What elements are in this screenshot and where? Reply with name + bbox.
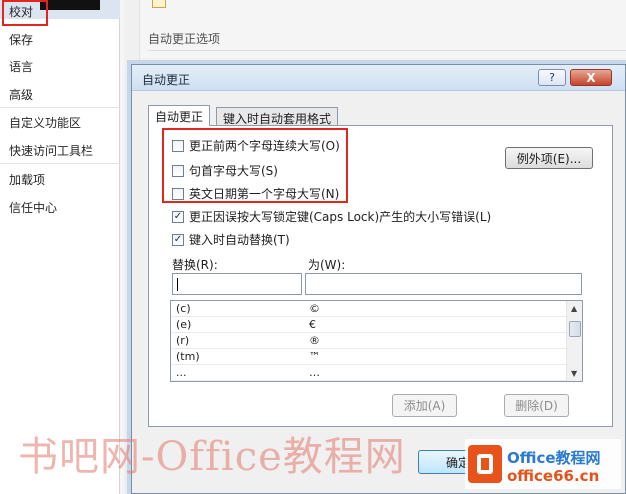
nav-item-language[interactable]: 语言 <box>9 58 33 75</box>
checkbox-label: 键入时自动替换(T) <box>189 233 290 247</box>
checkbox-capitalize-sentences[interactable]: 句首字母大写(S) <box>172 162 278 179</box>
office-logo-icon <box>468 445 502 483</box>
section-divider <box>148 50 626 51</box>
list-with: © <box>309 302 320 315</box>
list-with: … <box>309 366 320 379</box>
list-item[interactable]: (e) € <box>171 317 566 333</box>
list-item[interactable]: ... … <box>171 365 566 381</box>
nav-item-customize-ribbon[interactable]: 自定义功能区 <box>9 114 81 131</box>
check-icon[interactable]: ✓ <box>172 210 184 223</box>
list-with: € <box>309 318 316 331</box>
with-input[interactable] <box>305 273 582 295</box>
checkbox-box[interactable] <box>172 164 184 177</box>
checkbox-label: 更正因误按大写锁定键(Caps Lock)产生的大小写错误(L) <box>189 210 492 224</box>
replace-input[interactable] <box>172 273 302 295</box>
options-left-nav: 校对 保存 语言 高级 自定义功能区 快速访问工具栏 加载项 信任中心 <box>0 0 120 494</box>
checkbox-box[interactable] <box>172 139 184 152</box>
nav-highlight-box <box>2 0 48 26</box>
checkbox-label: 句首字母大写(S) <box>189 164 278 178</box>
replacement-list[interactable]: (c) © (e) € (r) ® (tm) ™ ... … ▲ ▼ <box>170 300 583 382</box>
logo-text-line2: office66.cn <box>507 467 600 485</box>
replace-label: 替换(R): <box>172 258 218 272</box>
list-with: ® <box>309 334 320 347</box>
list-replace: (r) <box>176 334 190 347</box>
text-caret <box>177 278 178 291</box>
nav-item-addins[interactable]: 加载项 <box>9 171 45 188</box>
list-replace: (e) <box>176 318 192 331</box>
help-icon: ? <box>549 71 555 84</box>
nav-item-trust-center[interactable]: 信任中心 <box>9 199 57 216</box>
watermark-text: 书吧网-Office教程网 <box>18 434 406 480</box>
checkbox-replace-as-you-type[interactable]: ✓ 键入时自动替换(T) <box>172 231 290 248</box>
list-replace: (c) <box>176 302 191 315</box>
list-replace: ... <box>176 366 187 379</box>
site-logo: Office教程网 office66.cn <box>465 439 621 489</box>
checkbox-box[interactable] <box>172 187 184 200</box>
nav-item-quick-access-toolbar[interactable]: 快速访问工具栏 <box>9 142 93 159</box>
checkbox-capitalize-days[interactable]: 英文日期第一个字母大写(N) <box>172 185 339 202</box>
nav-separator <box>0 163 120 164</box>
exceptions-button[interactable]: 例外项(E)... <box>505 147 593 169</box>
list-with: ™ <box>309 350 320 363</box>
dialog-titlebar[interactable]: 自动更正 ? X <box>132 65 625 91</box>
autocorrect-options-icon <box>152 0 166 8</box>
scroll-up-icon[interactable]: ▲ <box>571 304 577 313</box>
nav-top-bar <box>40 0 100 10</box>
nav-item-advanced[interactable]: 高级 <box>9 86 33 103</box>
scroll-thumb[interactable] <box>569 321 581 337</box>
tab-autocorrect[interactable]: 自动更正 <box>148 105 211 126</box>
logo-text-line1: Office教程网 <box>507 449 601 467</box>
list-replace: (tm) <box>176 350 200 363</box>
nav-separator <box>0 107 120 108</box>
close-button[interactable]: X <box>570 69 612 86</box>
list-item[interactable]: (c) © <box>171 301 566 317</box>
section-header: 自动更正选项 <box>148 32 221 46</box>
checkbox-caps-lock[interactable]: ✓ 更正因误按大写锁定键(Caps Lock)产生的大小写错误(L) <box>172 208 491 225</box>
list-item[interactable]: (tm) ™ <box>171 349 566 365</box>
add-button[interactable]: 添加(A) <box>392 394 457 417</box>
nav-item-save[interactable]: 保存 <box>9 31 33 48</box>
dialog-title: 自动更正 <box>142 73 191 87</box>
close-icon: X <box>586 70 596 85</box>
with-label: 为(W): <box>308 258 346 272</box>
scroll-down-icon[interactable]: ▼ <box>571 369 577 378</box>
list-scrollbar[interactable]: ▲ ▼ <box>566 301 582 381</box>
checkbox-label: 英文日期第一个字母大写(N) <box>189 187 340 201</box>
list-item[interactable]: (r) ® <box>171 333 566 349</box>
tab-autoformat-as-you-type[interactable]: 键入时自动套用格式 <box>216 107 339 126</box>
help-button[interactable]: ? <box>538 69 566 86</box>
check-icon[interactable]: ✓ <box>172 233 184 246</box>
delete-button[interactable]: 删除(D) <box>504 394 569 417</box>
checkbox-two-initial-caps[interactable]: 更正前两个字母连续大写(O) <box>172 137 340 154</box>
checkbox-label: 更正前两个字母连续大写(O) <box>189 139 340 153</box>
